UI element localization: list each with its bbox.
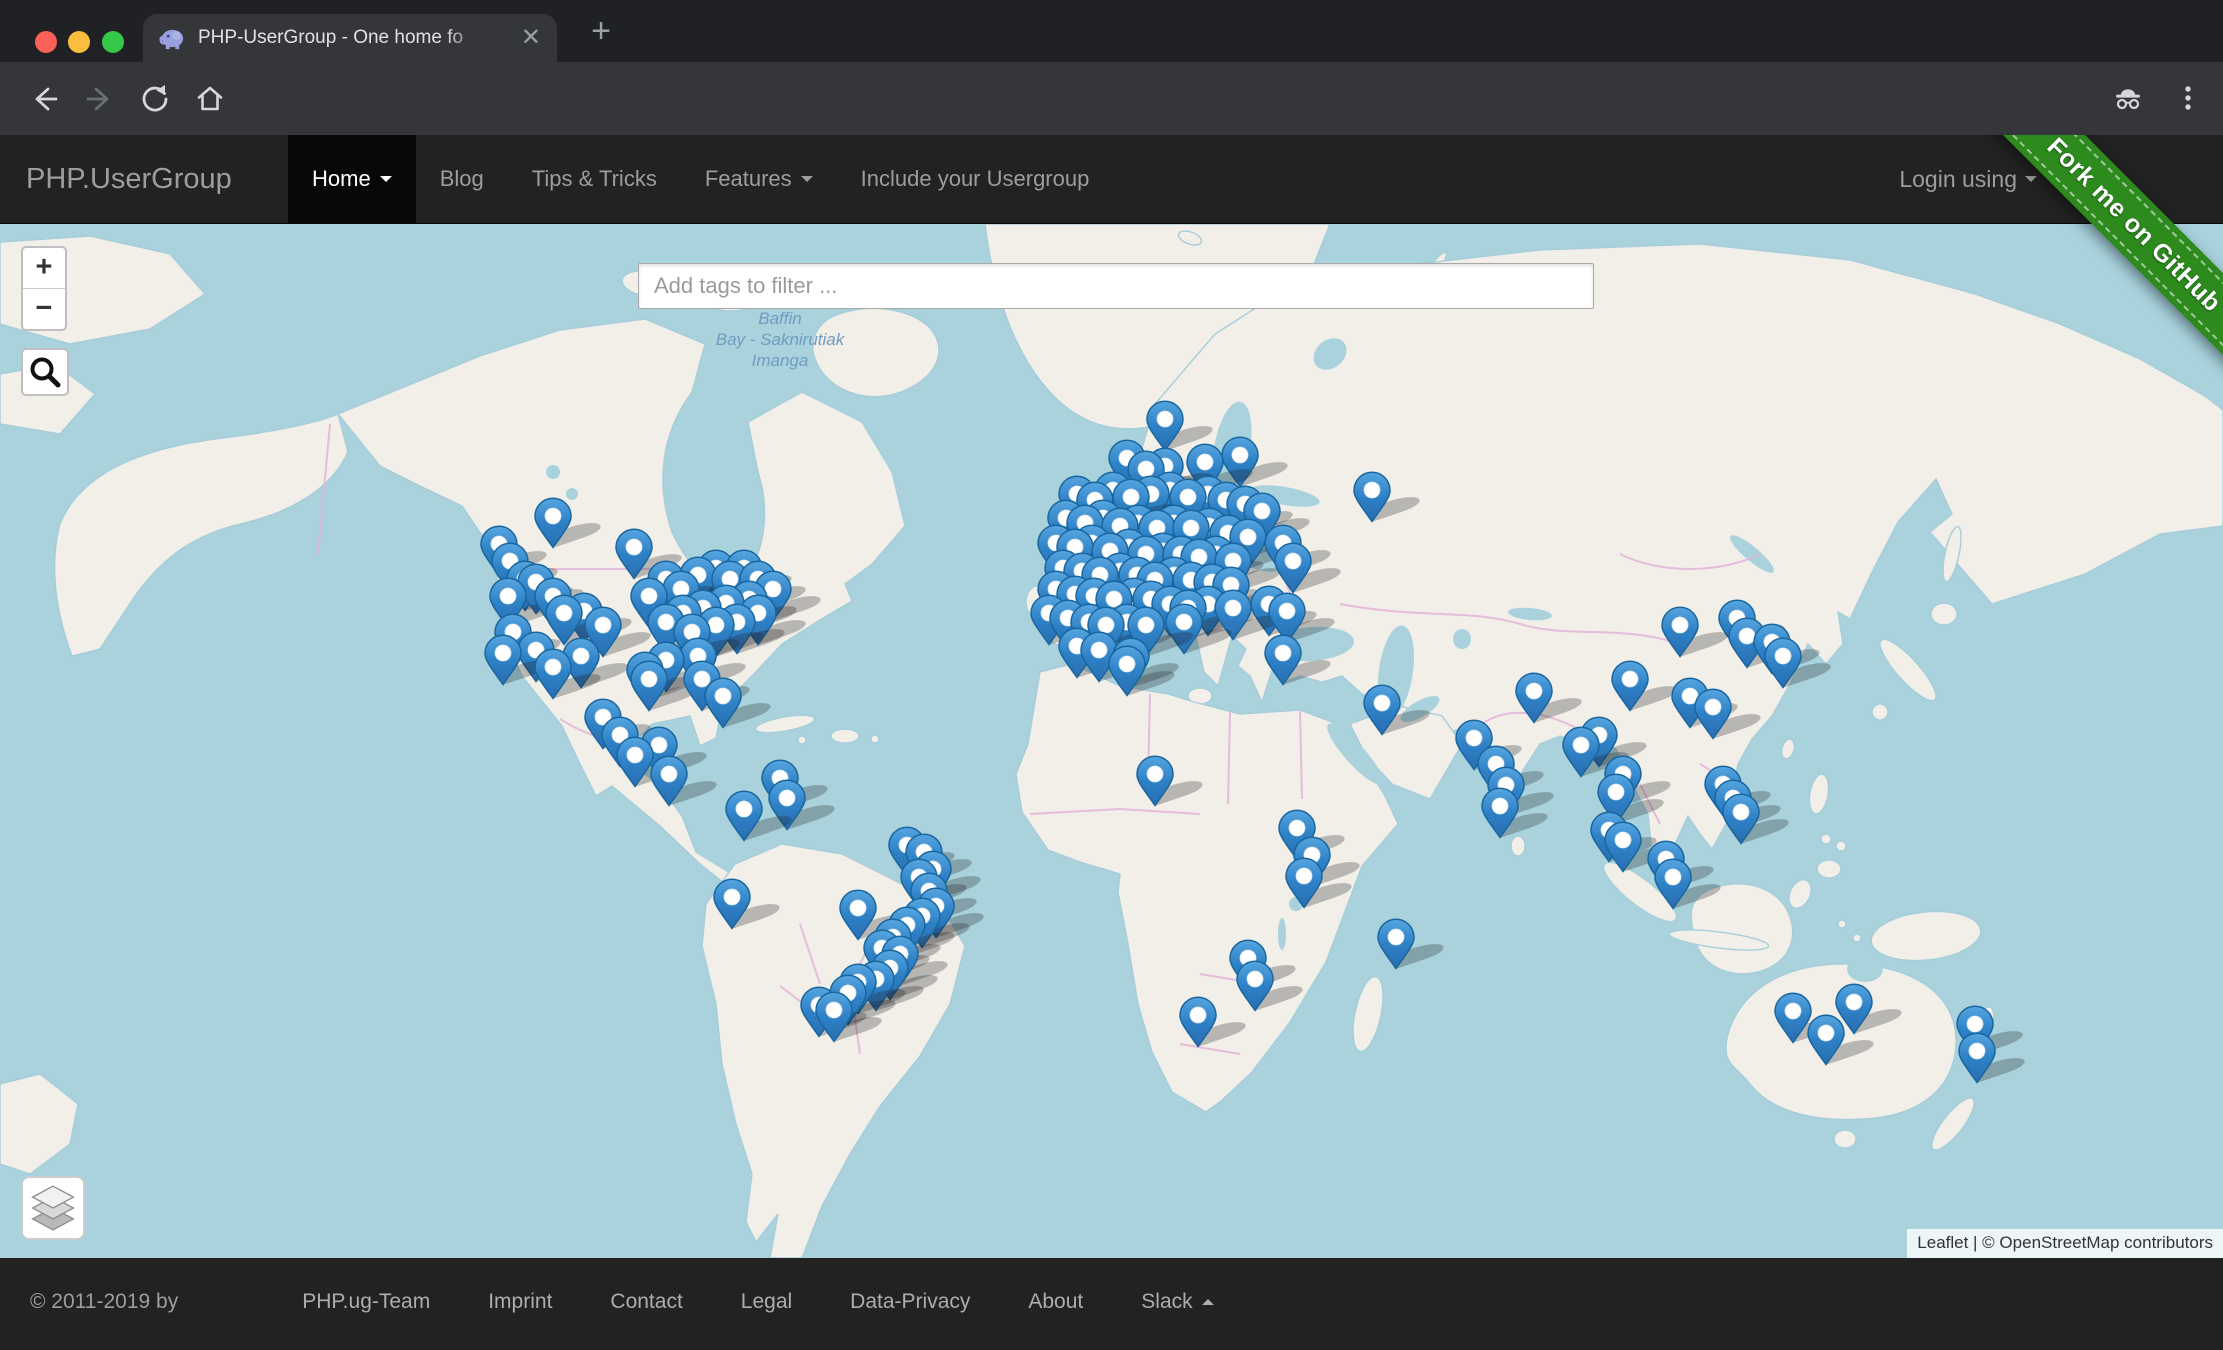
- browser-chrome: PHP-UserGroup - One home fo ✕ + https://…: [0, 0, 2223, 135]
- map-marker[interactable]: [1378, 919, 1453, 969]
- zoom-out-button[interactable]: −: [23, 288, 65, 329]
- zoom-in-button[interactable]: +: [23, 248, 65, 288]
- nav-item-include-your-usergroup[interactable]: Include your Usergroup: [837, 135, 1114, 223]
- footer-link-data-privacy[interactable]: Data-Privacy: [821, 1284, 999, 1320]
- nav-item-label: Include your Usergroup: [861, 135, 1090, 223]
- slack-label: Slack: [1141, 1284, 1192, 1320]
- copyright-text: © 2011-2019 by: [30, 1284, 178, 1320]
- browser-tab[interactable]: PHP-UserGroup - One home fo ✕: [143, 14, 557, 62]
- nav-item-tips-tricks[interactable]: Tips & Tricks: [508, 135, 681, 223]
- reload-icon[interactable]: [139, 83, 171, 115]
- layers-control[interactable]: [21, 1176, 85, 1240]
- search-control[interactable]: [21, 348, 69, 396]
- footer-link-contact[interactable]: Contact: [581, 1284, 711, 1320]
- login-label: Login using: [1899, 135, 2017, 223]
- search-icon: [23, 350, 67, 394]
- continents: [0, 224, 2223, 1258]
- leaflet-map[interactable]: Baffin Bay - Saknirutiak Imanga + − Leaf…: [0, 224, 2223, 1258]
- footer: © 2011-2019 by PHP.ug-TeamImprintContact…: [0, 1258, 2223, 1350]
- back-icon[interactable]: [28, 83, 60, 115]
- fullscreen-window-button[interactable]: [102, 31, 124, 53]
- nav-item-home[interactable]: Home: [288, 135, 416, 223]
- footer-link-about[interactable]: About: [999, 1284, 1112, 1320]
- footer-link-php-ug-team[interactable]: PHP.ug-Team: [273, 1284, 459, 1320]
- navbar: PHP.UserGroup Home Blog Tips & Tricks Featu…: [0, 135, 2223, 224]
- chevron-down-icon: [801, 176, 813, 182]
- chevron-down-icon: [380, 176, 392, 182]
- tab-title-fade: [445, 14, 505, 62]
- tab-strip: PHP-UserGroup - One home fo ✕ +: [0, 0, 2223, 62]
- window-controls: [35, 31, 145, 53]
- zoom-control: + −: [21, 246, 67, 331]
- new-tab-button[interactable]: +: [578, 8, 624, 54]
- forward-icon[interactable]: [84, 83, 116, 115]
- world-map: [0, 224, 2223, 1258]
- nav-item-features[interactable]: Features: [681, 135, 837, 223]
- footer-link-imprint[interactable]: Imprint: [459, 1284, 581, 1320]
- nav-item-label: Features: [705, 135, 792, 223]
- tag-filter: [638, 263, 1594, 309]
- menu-dots-icon[interactable]: [2172, 82, 2204, 114]
- nav-item-label: Home: [312, 135, 371, 223]
- home-icon[interactable]: [194, 83, 226, 115]
- tag-filter-input[interactable]: [638, 263, 1594, 309]
- minimize-window-button[interactable]: [68, 31, 90, 53]
- footer-links: PHP.ug-TeamImprintContactLegalData-Priva…: [273, 1284, 1242, 1320]
- page-content: PHP.UserGroup Home Blog Tips & Tricks Featu…: [0, 135, 2223, 1350]
- nav-item-label: Blog: [440, 135, 484, 223]
- chevron-down-icon: [2025, 176, 2037, 182]
- footer-link-legal[interactable]: Legal: [712, 1284, 821, 1320]
- nav-menu: Home Blog Tips & Tricks Features Include you…: [288, 135, 1113, 223]
- nav-item-label: Tips & Tricks: [532, 135, 657, 223]
- brand[interactable]: PHP.UserGroup: [26, 135, 232, 223]
- footer-link-slack[interactable]: Slack: [1112, 1284, 1242, 1320]
- incognito-icon: [2112, 82, 2144, 114]
- map-attribution[interactable]: Leaflet | © OpenStreetMap contributors: [1907, 1229, 2223, 1258]
- layers-icon: [23, 1178, 83, 1238]
- phpug-favicon: [159, 25, 186, 52]
- nav-item-blog[interactable]: Blog: [416, 135, 508, 223]
- close-window-button[interactable]: [35, 31, 57, 53]
- chevron-up-icon: [1202, 1299, 1214, 1305]
- close-tab-icon[interactable]: ✕: [521, 14, 541, 62]
- browser-toolbar: https://php.ug: [0, 62, 2223, 135]
